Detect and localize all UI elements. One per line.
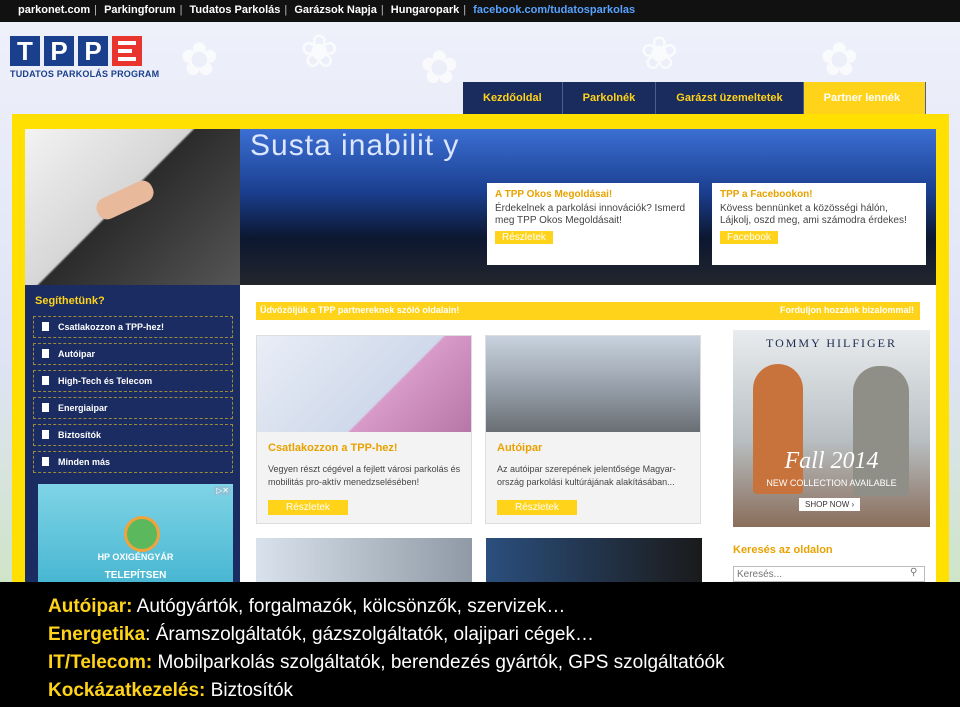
hero-box-okos: A TPP Okos Megoldásai! Érdekelnek a park… — [487, 183, 699, 265]
handshake-photo — [25, 129, 240, 285]
document-icon — [42, 457, 49, 466]
hero-box-title: A TPP Okos Megoldásai! — [495, 189, 613, 200]
search-icon[interactable]: ⚲ — [910, 567, 917, 578]
hero-banner: Susta inabilit y A TPP Okos Megoldásai! … — [25, 129, 936, 285]
hero-banner-text: Susta inabilit y — [250, 129, 460, 162]
card-text: Az autóipar szerepének jelentősége Magya… — [497, 464, 676, 487]
caption-key: IT/Telecom: — [48, 652, 153, 673]
tree-icon — [124, 516, 160, 552]
flower-decoration: ❀ — [300, 25, 339, 77]
caption-key: Autóipar: — [48, 596, 133, 617]
logo-e-mark — [112, 36, 142, 66]
businessman-phone-photo — [257, 336, 471, 432]
caption-text: Mobilparkolás szolgáltatók, berendezés g… — [152, 652, 725, 673]
logo-letter-p: P — [44, 36, 74, 66]
card-csatlakozzon: Csatlakozzon a TPP-hez! Vegyen részt cég… — [256, 335, 472, 524]
document-icon — [42, 403, 49, 412]
caption-line-autoipar: Autóipar: Autógyártók, forgalmazók, kölc… — [48, 596, 565, 618]
card-details-button[interactable]: Részletek — [268, 500, 348, 515]
car-showroom-photo — [486, 336, 700, 432]
top-link-garazsok[interactable]: Garázsok Napja — [294, 4, 377, 16]
logo-subtitle: TUDATOS PARKOLÁS PROGRAM — [10, 69, 160, 79]
hero-details-button[interactable]: Részletek — [495, 231, 553, 244]
main-nav: Kezdőoldal Parkolnék Garázst üzemeltetek… — [463, 82, 926, 114]
top-link-tudatos[interactable]: Tudatos Parkolás — [190, 4, 281, 16]
ad-brand: TOMMY HILFIGER — [765, 336, 897, 350]
caption-text: Autógyártók, forgalmazók, kölcsönzők, sz… — [132, 596, 566, 617]
ad-shop-button[interactable]: SHOP NOW › — [799, 498, 861, 511]
ad-choices-icon[interactable]: ▷✕ — [214, 486, 231, 495]
search-heading: Keresés az oldalon — [733, 544, 833, 556]
card-title[interactable]: Csatlakozzon a TPP-hez! — [268, 442, 398, 454]
caption-line-energetika: Energetika: Áramszolgáltatók, gázszolgál… — [48, 624, 594, 646]
nav-garazst-uzemeltetek[interactable]: Garázst üzemeltetek — [656, 82, 804, 114]
flower-decoration: ✿ — [420, 41, 459, 93]
logo-letter-t: T — [10, 36, 40, 66]
tpp-logo[interactable]: T P P TUDATOS PARKOLÁS PROGRAM — [10, 36, 159, 84]
top-link-facebook[interactable]: facebook.com/tudatosparkolas — [473, 4, 635, 16]
document-icon — [42, 322, 49, 331]
card-text: Vegyen részt cégével a fejlett városi pa… — [268, 464, 461, 487]
contact-text: Forduljon hozzánk bizalommal! — [779, 305, 914, 315]
flower-decoration: ❀ — [640, 27, 679, 79]
document-icon — [42, 349, 49, 358]
sidebar-item-label: High-Tech és Telecom — [58, 376, 153, 386]
top-link-bar: parkonet.com | Parkingforum | Tudatos Park… — [0, 0, 960, 22]
sidebar-ad-line2: TELEPÍTSEN — [104, 570, 167, 581]
caption-line-it-telecom: IT/Telecom: Mobilparkolás szolgáltatók, … — [48, 652, 725, 674]
top-link-hungaropark[interactable]: Hungaropark — [391, 4, 459, 16]
card-details-button[interactable]: Részletek — [497, 500, 577, 515]
sidebar-item-label: Autóipar — [58, 349, 95, 359]
document-icon — [42, 430, 49, 439]
hero-box-text: Érdekelnek a parkolási innovációk? Ismer… — [495, 203, 686, 226]
sidebar-ad[interactable]: ▷✕ HP OXIGÉNGYÁR TELEPÍTSEN — [38, 484, 233, 582]
nav-parkolnek[interactable]: Parkolnék — [562, 82, 657, 114]
nav-kezdooldal[interactable]: Kezdőoldal — [463, 82, 563, 114]
flower-decoration: ✿ — [820, 33, 859, 85]
ad-model-man — [853, 366, 909, 496]
nav-partner-lennek[interactable]: Partner lennék — [803, 82, 926, 114]
ad-subline: NEW COLLECTION AVAILABLE — [766, 478, 897, 488]
fashion-ad[interactable]: TOMMY HILFIGER Fall 2014 NEW COLLECTION … — [733, 330, 930, 527]
hero-box-text: Kövess bennünket a közösségi hálón, Lájk… — [720, 203, 907, 226]
sidebar-item-energiaipar[interactable]: Energiaipar — [33, 397, 233, 419]
hero-box-title: TPP a Facebookon! — [720, 189, 813, 200]
caption-key: Energetika — [48, 624, 146, 645]
document-icon — [42, 376, 49, 385]
sidebar-item-label: Biztosítók — [58, 430, 102, 440]
top-link-parkonet[interactable]: parkonet.com — [18, 4, 90, 16]
top-links: parkonet.com | Parkingforum | Tudatos Park… — [18, 4, 636, 16]
sidebar-ad-line1: HP OXIGÉNGYÁR — [97, 552, 174, 562]
top-link-parkingforum[interactable]: Parkingforum — [104, 4, 176, 16]
card-ev-charger-photo — [486, 538, 702, 582]
sidebar-item-label: Csatlakozzon a TPP-hez! — [58, 322, 165, 332]
flower-decoration: ✿ — [180, 33, 219, 85]
search-input[interactable] — [733, 566, 925, 582]
welcome-bar: Üdvözöljük a TPP partnereknek szóló olda… — [256, 302, 920, 320]
caption-key: Kockázatkezelés: — [48, 680, 206, 701]
sidebar-item-hightech[interactable]: High-Tech és Telecom — [33, 370, 233, 392]
ad-headline: Fall 2014 — [784, 448, 879, 474]
welcome-text: Üdvözöljük a TPP partnereknek szóló olda… — [260, 305, 460, 315]
caption-text: Biztosítók — [205, 680, 294, 701]
card-title[interactable]: Autóipar — [497, 442, 542, 454]
sidebar-item-csatlakozzon[interactable]: Csatlakozzon a TPP-hez! — [33, 316, 233, 338]
sidebar-item-label: Minden más — [58, 457, 111, 467]
card-tablet-photo — [256, 538, 472, 582]
hero-facebook-button[interactable]: Facebook — [720, 231, 778, 244]
sidebar-item-biztositok[interactable]: Biztosítók — [33, 424, 233, 446]
sidebar-item-label: Energiaipar — [58, 403, 108, 413]
sidebar-item-minden-mas[interactable]: Minden más — [33, 451, 233, 473]
hero-box-facebook: TPP a Facebookon! Kövess bennünket a köz… — [712, 183, 926, 265]
sidebar-item-autoipar[interactable]: Autóipar — [33, 343, 233, 365]
sidebar-heading: Segíthetünk? — [35, 295, 105, 307]
card-autoipar: Autóipar Az autóipar szerepének jelentős… — [485, 335, 701, 524]
logo-letter-p: P — [78, 36, 108, 66]
caption-line-kockazatkezeles: Kockázatkezelés: Biztosítók — [48, 680, 293, 702]
caption-overlay: Autóipar: Autógyártók, forgalmazók, kölc… — [0, 582, 960, 707]
caption-text: : Áramszolgáltatók, gázszolgáltatók, ola… — [145, 624, 594, 645]
